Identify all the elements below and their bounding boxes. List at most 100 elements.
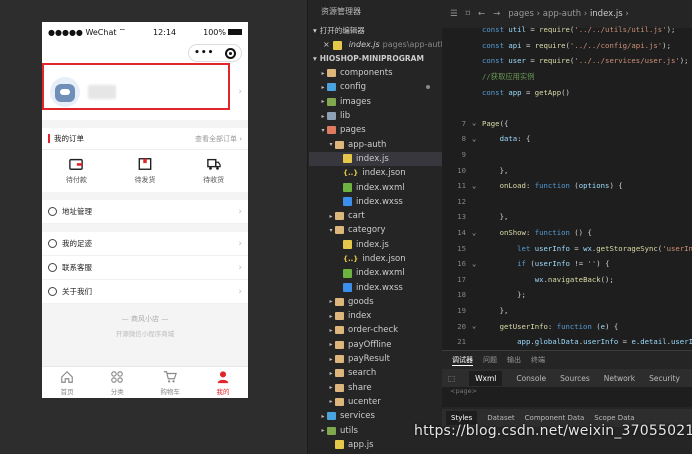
tab-mine[interactable]: 我的 bbox=[216, 370, 230, 396]
order-pending-payment[interactable]: 待付款 bbox=[66, 157, 87, 185]
tab-home[interactable]: 首页 bbox=[60, 370, 74, 396]
menu-customer-service[interactable]: 联系客服 › bbox=[42, 256, 248, 280]
tree-item[interactable]: app.js bbox=[309, 438, 442, 452]
fold-chevron-icon[interactable]: ⌄ bbox=[472, 260, 482, 268]
tree-item[interactable]: index.js bbox=[309, 151, 442, 167]
fold-chevron-icon[interactable]: ⌄ bbox=[472, 182, 482, 190]
tree-item[interactable]: index.wxml bbox=[309, 266, 442, 280]
close-circle-icon[interactable] bbox=[224, 47, 236, 59]
project-section[interactable]: ▾ HIOSHOP-MINIPROGRAM bbox=[309, 52, 442, 66]
chevron-right-icon: ▸ bbox=[321, 412, 325, 420]
back-icon[interactable]: ← bbox=[478, 9, 485, 19]
devtools-tab-sources[interactable]: Sources bbox=[560, 374, 590, 383]
panel-tab-debugger[interactable]: 调试器 bbox=[452, 355, 473, 366]
menu-footprint[interactable]: 我的足迹 › bbox=[42, 232, 248, 256]
breadcrumb[interactable]: pages › app-auth › index.js › bbox=[508, 9, 629, 19]
folder-icon bbox=[335, 312, 344, 321]
more-dots-icon[interactable]: ••• bbox=[194, 48, 214, 58]
panel-tab-output[interactable]: 输出 bbox=[507, 355, 521, 365]
devtools-tab-console[interactable]: Console bbox=[516, 374, 546, 383]
open-editor-item[interactable]: × index.js pages\app-auth bbox=[309, 38, 442, 52]
code-lines[interactable]: const util = require('../../utils/util.j… bbox=[442, 22, 692, 349]
devtools-tab-wxml[interactable]: Wxml bbox=[469, 370, 503, 386]
tree-item[interactable]: ▸ payOffline bbox=[309, 338, 442, 352]
info-icon bbox=[48, 287, 57, 296]
chevron-right-icon: ▸ bbox=[329, 398, 333, 406]
fold-chevron-icon[interactable]: ⌄ bbox=[472, 119, 482, 127]
tree-item[interactable]: index.js bbox=[309, 238, 442, 252]
panel-tab-problems[interactable]: 问题 bbox=[483, 355, 497, 365]
tree-item[interactable]: index.wxss bbox=[309, 280, 442, 294]
code-line: 16 ⌄ if (userInfo != '') { bbox=[442, 256, 692, 272]
code-token: () bbox=[561, 87, 570, 97]
code-line: const util = require('../../utils/util.j… bbox=[442, 22, 692, 38]
devtools-window: ●●●●● WeChat ⌔ 12:14 100% ••• › 我的订单 查看全部… bbox=[0, 0, 692, 454]
inspect-icon[interactable]: ⬚ bbox=[448, 374, 455, 383]
js-file-icon bbox=[332, 40, 342, 50]
tree-item[interactable]: ▾ app-auth bbox=[309, 137, 442, 151]
fold-chevron-icon[interactable]: ⌄ bbox=[472, 135, 482, 143]
tree-item[interactable]: ▸ order-check bbox=[309, 323, 442, 337]
code-token: ({ bbox=[499, 118, 509, 128]
tree-item[interactable]: ▸ lib bbox=[309, 109, 442, 123]
tree-item-label: search bbox=[348, 368, 377, 379]
tree-item[interactable]: ▸ components bbox=[309, 66, 442, 80]
tree-item[interactable]: ▸ goods bbox=[309, 295, 442, 309]
open-editors-section[interactable]: ▾ 打开的编辑器 bbox=[309, 24, 442, 38]
fold-chevron-icon[interactable]: ⌄ bbox=[472, 322, 482, 330]
tree-item[interactable]: ▾ category bbox=[309, 223, 442, 237]
tree-item[interactable]: {..} index.json bbox=[309, 166, 442, 180]
tree-item[interactable]: index.wxml bbox=[309, 180, 442, 194]
menu-about[interactable]: 关于我们 › bbox=[42, 280, 248, 304]
panel-tab-terminal[interactable]: 终端 bbox=[531, 355, 545, 365]
tab-category[interactable]: 分类 bbox=[110, 370, 124, 396]
view-all-orders-link[interactable]: 查看全部订单 › bbox=[195, 134, 242, 144]
fold-chevron-icon[interactable]: ⌄ bbox=[472, 229, 482, 237]
tree-item[interactable]: {..} index.json bbox=[309, 252, 442, 266]
code-token: '../../utils/util.js' bbox=[574, 25, 667, 35]
tree-item[interactable]: index.wxss bbox=[309, 195, 442, 209]
tree-item[interactable]: ▸ payResult bbox=[309, 352, 442, 366]
style-tab-scope-data[interactable]: Scope Data bbox=[594, 414, 634, 422]
tree-item[interactable]: ▾ pages bbox=[309, 123, 442, 137]
style-tab-dataset[interactable]: Dataset bbox=[487, 414, 514, 422]
code-line: 13 }, bbox=[442, 209, 692, 225]
close-icon[interactable]: × bbox=[323, 38, 330, 52]
split-icon[interactable]: ☰ bbox=[450, 9, 458, 19]
tree-item-label: payOffline bbox=[348, 339, 392, 350]
line-number: 16 bbox=[457, 259, 466, 269]
devtools-tab-network[interactable]: Network bbox=[604, 374, 635, 383]
tree-item-label: services bbox=[340, 411, 375, 422]
tree-item-label: app.js bbox=[348, 439, 374, 450]
code-token: globalData bbox=[534, 337, 579, 347]
style-tab-component-data[interactable]: Component Data bbox=[525, 414, 585, 422]
tree-item[interactable]: ▸ index bbox=[309, 309, 442, 323]
code-token: data bbox=[499, 134, 518, 144]
tree-item[interactable]: ▸ ucenter bbox=[309, 395, 442, 409]
tree-item[interactable]: ▸ cart bbox=[309, 209, 442, 223]
user-profile-row[interactable]: › bbox=[42, 64, 248, 120]
order-pending-shipment[interactable]: 待发货 bbox=[134, 157, 155, 185]
code-token: app bbox=[517, 337, 531, 347]
tree-item[interactable]: ▸ services bbox=[309, 409, 442, 423]
capsule-menu[interactable]: ••• bbox=[188, 44, 242, 62]
devtools-tab-security[interactable]: Security bbox=[649, 374, 680, 383]
menu-address[interactable]: 地址管理 › bbox=[42, 200, 248, 224]
tree-item-label: share bbox=[348, 382, 372, 393]
tree-item[interactable]: ▸ search bbox=[309, 366, 442, 380]
tab-bar: 首页 分类 购物车 我的 bbox=[42, 366, 248, 398]
tab-cart[interactable]: 购物车 bbox=[160, 370, 180, 396]
code-token: ); bbox=[662, 40, 671, 50]
menu-label: 联系客服 bbox=[62, 263, 92, 272]
line-number: 14 bbox=[457, 228, 466, 238]
tree-item[interactable]: ▸ config bbox=[309, 80, 442, 94]
tree-item-label: cart bbox=[348, 211, 365, 222]
tree-item[interactable]: ▸ images bbox=[309, 95, 442, 109]
forward-icon[interactable]: → bbox=[493, 9, 500, 19]
bookmark-icon[interactable]: ⌑ bbox=[466, 9, 470, 19]
tree-item[interactable]: ▸ share bbox=[309, 381, 442, 395]
order-pending-receipt[interactable]: 待收货 bbox=[203, 157, 224, 185]
folder-icon bbox=[327, 412, 336, 421]
